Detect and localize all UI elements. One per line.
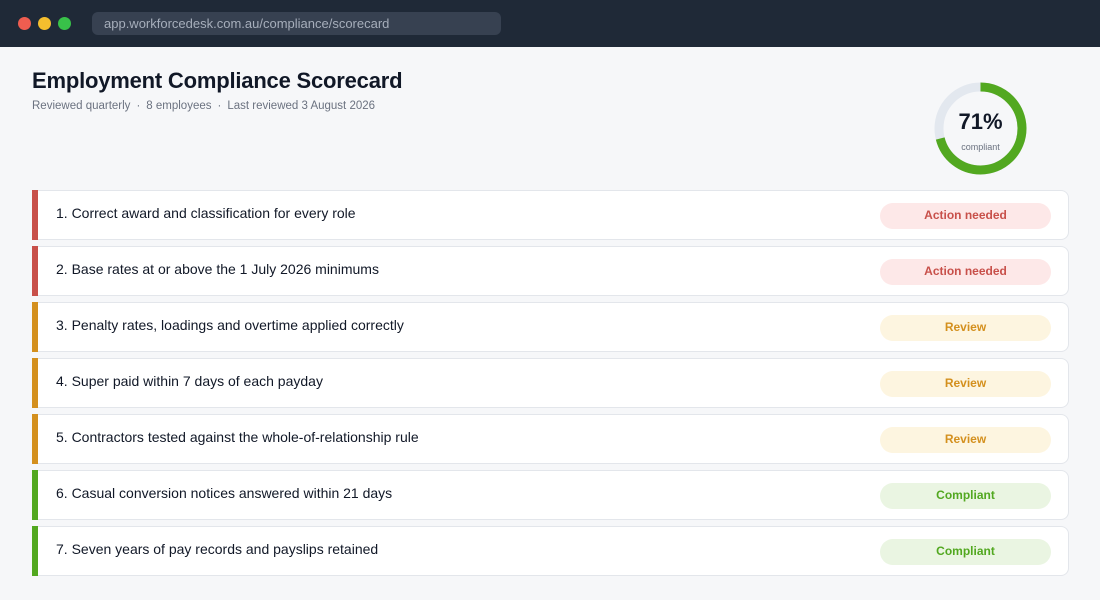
checklist-item[interactable]: 4. Super paid within 7 days of each payd… — [32, 358, 1069, 408]
checklist-item-label: 4. Super paid within 7 days of each payd… — [56, 373, 323, 389]
minimize-window-button[interactable] — [38, 17, 51, 30]
last-reviewed: Last reviewed 3 August 2026 — [227, 100, 376, 112]
checklist-item-label: 6. Casual conversion notices answered wi… — [56, 485, 393, 501]
checklist-item[interactable]: 6. Casual conversion notices answered wi… — [32, 470, 1069, 520]
status-badge: Review — [880, 427, 1051, 453]
checklist-item[interactable]: 2. Base rates at or above the 1 July 202… — [32, 246, 1069, 296]
review-frequency: Reviewed quarterly — [32, 100, 131, 112]
browser-toolbar: app.workforcedesk.com.au/compliance/scor… — [0, 0, 1100, 47]
checklist-item[interactable]: 1. Correct award and classification for … — [32, 190, 1069, 240]
status-badge: Compliant — [880, 539, 1051, 565]
status-badge: Compliant — [880, 483, 1051, 509]
status-badge: Action needed — [880, 259, 1051, 285]
compliance-gauge: 71% compliant — [933, 81, 1028, 176]
checklist-item-label: 7. Seven years of pay records and paysli… — [56, 541, 379, 557]
status-stripe — [32, 190, 38, 240]
checklist-item-label: 5. Contractors tested against the whole-… — [56, 429, 419, 445]
employee-count: 8 employees — [146, 100, 212, 112]
status-stripe — [32, 470, 38, 520]
status-badge: Review — [880, 371, 1051, 397]
status-stripe — [32, 358, 38, 408]
checklist-item[interactable]: 3. Penalty rates, loadings and overtime … — [32, 302, 1069, 352]
address-bar[interactable]: app.workforcedesk.com.au/compliance/scor… — [92, 12, 501, 35]
maximize-window-button[interactable] — [58, 17, 71, 30]
page-meta: Reviewed quarterly · 8 employees · Last revi… — [32, 100, 375, 112]
status-badge: Review — [880, 315, 1051, 341]
checklist-item[interactable]: 5. Contractors tested against the whole-… — [32, 414, 1069, 464]
status-stripe — [32, 302, 38, 352]
compliance-percentage: 71% — [958, 109, 1003, 134]
status-stripe — [32, 526, 38, 576]
checklist: 1. Correct award and classification for … — [32, 190, 1069, 582]
meta-separator: · — [217, 100, 222, 112]
checklist-item-label: 2. Base rates at or above the 1 July 202… — [56, 261, 379, 277]
meta-separator: · — [136, 100, 141, 112]
status-badge: Action needed — [880, 203, 1051, 229]
checklist-item-label: 1. Correct award and classification for … — [56, 205, 356, 221]
checklist-item-label: 3. Penalty rates, loadings and overtime … — [56, 317, 404, 333]
checklist-item[interactable]: 7. Seven years of pay records and paysli… — [32, 526, 1069, 576]
compliance-label: compliant — [961, 142, 1000, 152]
page-title: Employment Compliance Scorecard — [32, 68, 403, 93]
status-stripe — [32, 246, 38, 296]
close-window-button[interactable] — [18, 17, 31, 30]
status-stripe — [32, 414, 38, 464]
